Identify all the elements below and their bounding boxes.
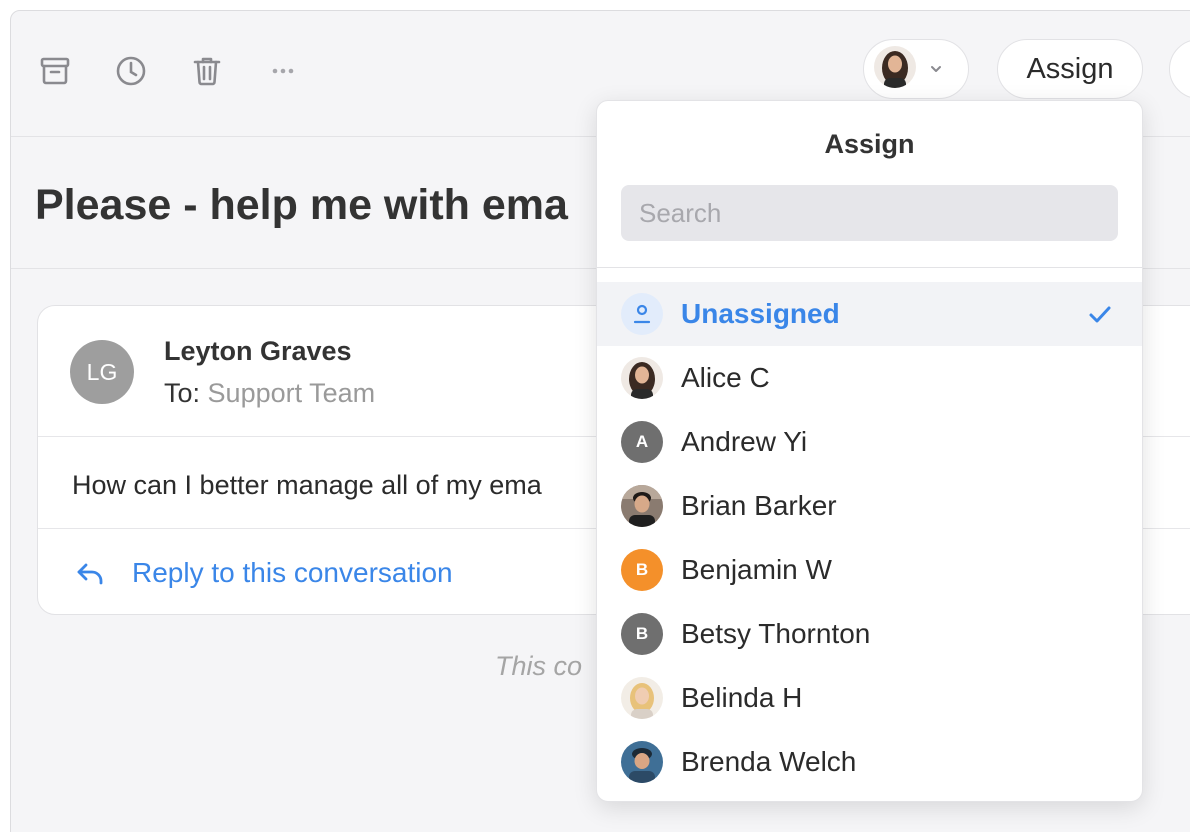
assignee-option-unassigned[interactable]: Unassigned (597, 282, 1142, 346)
assignee-name: Benjamin W (681, 554, 832, 585)
clock-icon[interactable] (111, 51, 151, 91)
assignee-avatar: B (621, 613, 663, 655)
user-icon (621, 293, 663, 335)
assignee-avatar: A (621, 421, 663, 463)
conversation-subject: Please - help me with ema (35, 181, 568, 229)
assignee-name: Unassigned (681, 298, 840, 329)
assignee-name: Belinda H (681, 682, 803, 713)
conversation-footer-note: This co (495, 651, 583, 681)
reply-icon (77, 563, 103, 585)
reply-link[interactable]: Reply to this conversation (74, 556, 453, 590)
assign-dropdown: Assign Unassigned (596, 100, 1143, 802)
assignee-avatar (621, 485, 663, 527)
more-icon[interactable] (263, 51, 303, 91)
sender-name[interactable]: Leyton Graves (164, 336, 352, 367)
reply-label: Reply to this conversation (132, 557, 453, 588)
checkmark-icon (1089, 306, 1111, 323)
archive-icon[interactable] (35, 51, 75, 91)
assignee-option[interactable]: A Andrew Yi (597, 410, 1142, 474)
dropdown-title: Assign (824, 129, 915, 159)
assignee-name: Brenda Welch (681, 746, 857, 777)
to-prefix: To: (164, 378, 201, 408)
trash-icon[interactable] (187, 51, 227, 91)
recipient-line: To: Support Team (164, 378, 375, 409)
toolbar-more-button[interactable] (1169, 39, 1190, 99)
assignee-name: Alice C (681, 362, 770, 393)
assignee-name: Andrew Yi (681, 426, 808, 457)
assignee-avatar: B (621, 549, 663, 591)
assign-button[interactable]: Assign (997, 39, 1143, 99)
assignee-option[interactable]: Alice C (597, 346, 1142, 410)
assignee-selector[interactable] (863, 39, 969, 99)
message-body: How can I better manage all of my ema (72, 470, 542, 500)
divider (597, 267, 1142, 268)
assignee-name: Betsy Thornton (681, 618, 871, 649)
assignee-option[interactable]: B Betsy Thornton (597, 602, 1142, 666)
sender-avatar: LG (70, 340, 134, 404)
assignee-option[interactable]: Belinda H (597, 666, 1142, 730)
assignee-name: Brian Barker (681, 490, 837, 521)
assignee-list: Unassigned Alice C A Andrew Yi Brian Bar… (597, 282, 1142, 794)
assignee-option[interactable]: Brenda Welch (597, 730, 1142, 794)
assignee-avatar (621, 357, 663, 399)
assignee-option[interactable]: B Benjamin W (597, 538, 1142, 602)
recipient-name: Support Team (207, 378, 376, 408)
assignee-search-input[interactable] (621, 185, 1118, 241)
assignee-avatar (874, 45, 916, 93)
assignee-avatar (621, 677, 663, 719)
chevron-down-icon (931, 66, 941, 72)
assignee-avatar (621, 741, 663, 783)
assignee-option[interactable]: Brian Barker (597, 474, 1142, 538)
